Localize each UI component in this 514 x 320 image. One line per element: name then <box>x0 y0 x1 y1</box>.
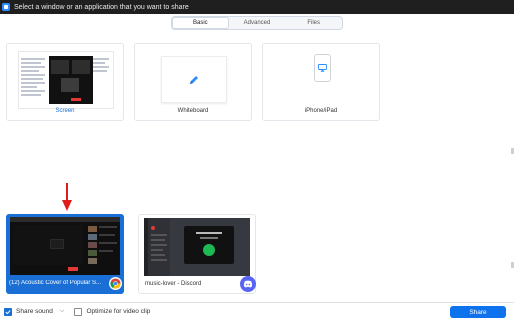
optimize-video-checkbox[interactable] <box>74 307 83 316</box>
iphone-ipad-option[interactable]: iPhone/iPad <box>262 43 380 121</box>
share-button[interactable]: Share <box>450 306 506 318</box>
whiteboard-label: Whiteboard <box>177 108 209 114</box>
chevron-down-icon[interactable]: ⌵ <box>60 308 65 315</box>
chrome-window-label: (12) Acoustic Cover of Popular S... <box>9 280 102 286</box>
zoom-app-icon <box>2 3 10 11</box>
discord-window-label: music-lover - Discord <box>145 281 202 287</box>
screen-option[interactable]: Screen <box>6 43 124 121</box>
whiteboard-thumbnail <box>161 56 227 103</box>
screen-thumb-video <box>49 56 93 104</box>
tab-basic[interactable]: Basic <box>172 17 229 29</box>
window-card-chrome[interactable]: (12) Acoustic Cover of Popular S... <box>6 214 124 294</box>
discord-icon <box>240 276 256 292</box>
pencil-icon <box>190 75 198 84</box>
discord-window-thumbnail <box>144 218 250 276</box>
tab-advanced[interactable]: Advanced <box>229 17 286 29</box>
red-arrow-down-icon <box>62 183 72 211</box>
bottom-bar: Share sound ⌵ Optimize for video clip Sh… <box>0 302 514 320</box>
chrome-icon <box>109 277 122 290</box>
screen-thumbnail <box>18 51 114 109</box>
window-title: Select a window or an application that y… <box>14 3 189 11</box>
checkmark-icon <box>5 309 11 314</box>
chrome-window-thumbnail <box>10 217 120 275</box>
optimize-video-label: Optimize for video clip <box>86 308 151 315</box>
tab-files[interactable]: Files <box>285 17 342 29</box>
iphone-ipad-label: iPhone/iPad <box>304 108 338 114</box>
whiteboard-option[interactable]: Whiteboard <box>134 43 252 121</box>
window-card-discord[interactable]: music-lover - Discord <box>138 214 256 294</box>
share-sound-label: Share sound <box>16 308 53 315</box>
title-bar: Select a window or an application that y… <box>0 0 514 14</box>
screen-thumb-panel <box>93 56 111 106</box>
share-tabs: Basic Advanced Files <box>171 16 343 30</box>
phone-thumbnail <box>314 54 331 82</box>
share-sound-checkbox[interactable] <box>4 307 12 316</box>
airplay-icon <box>318 64 327 72</box>
screen-label: Screen <box>55 108 75 114</box>
screen-thumb-sidebar <box>21 56 47 106</box>
screen-thumb-record-mark <box>71 98 81 101</box>
